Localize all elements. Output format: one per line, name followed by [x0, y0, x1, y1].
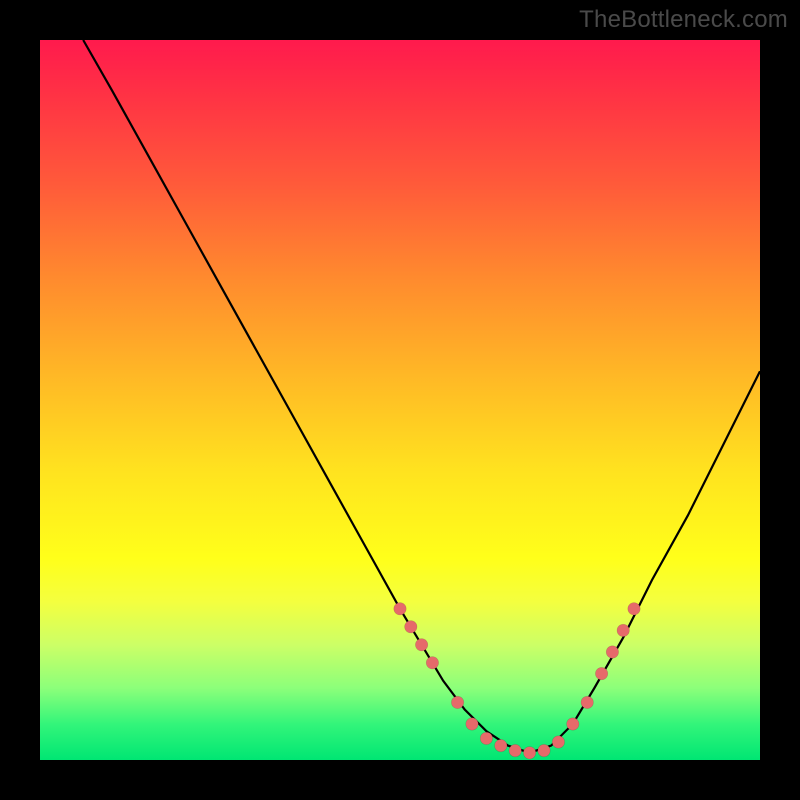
chart-frame: TheBottleneck.com [0, 0, 800, 800]
marker-dot [567, 718, 579, 730]
marker-dot [480, 732, 492, 744]
marker-dot [394, 603, 406, 615]
watermark-text: TheBottleneck.com [579, 6, 788, 34]
marker-dot [405, 621, 417, 633]
marker-dot [466, 718, 478, 730]
marker-dots [394, 603, 640, 759]
marker-dot [552, 736, 564, 748]
marker-dot [451, 696, 463, 708]
marker-dot [581, 696, 593, 708]
marker-dot [617, 624, 629, 636]
marker-dot [606, 646, 618, 658]
marker-dot [523, 747, 535, 759]
marker-dot [426, 657, 438, 669]
marker-dot [628, 603, 640, 615]
marker-dot [509, 744, 521, 756]
marker-dot [538, 744, 550, 756]
plot-area [40, 40, 760, 760]
marker-dot [495, 739, 507, 751]
marker-dot [415, 639, 427, 651]
chart-svg [40, 40, 760, 760]
marker-dot [595, 667, 607, 679]
